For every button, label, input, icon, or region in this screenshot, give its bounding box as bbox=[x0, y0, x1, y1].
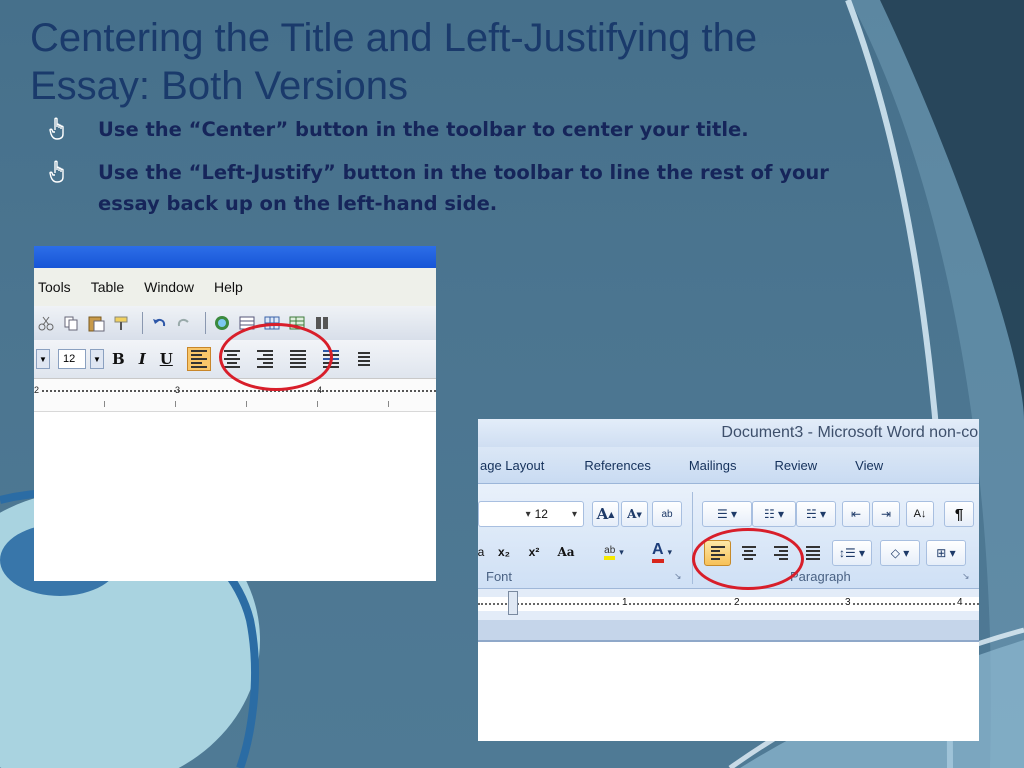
group-divider bbox=[692, 492, 693, 584]
window-title: Document3 - Microsoft Word non-con bbox=[721, 424, 979, 441]
separator bbox=[205, 312, 206, 334]
dropdown-arrow-icon: ▾ bbox=[525, 508, 531, 520]
chevron-down-icon: ▾ bbox=[571, 508, 577, 520]
font-group-label: Font bbox=[486, 569, 513, 584]
cut-icon[interactable] bbox=[36, 313, 56, 333]
ruler-number: 3 bbox=[844, 597, 852, 608]
font-color-button[interactable]: A ▾ bbox=[644, 540, 680, 564]
highlight-circle bbox=[692, 528, 804, 590]
separator bbox=[142, 312, 143, 334]
pointing-hand-icon bbox=[49, 160, 64, 183]
bold-button[interactable]: B bbox=[112, 350, 125, 368]
strikethrough-fragment[interactable]: a bbox=[478, 540, 484, 564]
change-case-button[interactable]: Aa bbox=[552, 540, 580, 564]
sort-button[interactable]: A↓ bbox=[906, 501, 934, 527]
undo-icon[interactable] bbox=[149, 313, 169, 333]
show-hide-button[interactable]: ¶ bbox=[944, 501, 974, 527]
ruler-ticks bbox=[478, 603, 979, 605]
redo-icon[interactable] bbox=[174, 313, 194, 333]
grow-font-label: A bbox=[596, 505, 609, 523]
grow-font-button[interactable]: A ▲ bbox=[592, 501, 619, 527]
bullet-text: Use the “Left-Justify” button in the too… bbox=[98, 161, 829, 215]
font-size-combo[interactable]: ▾ 12 ▾ bbox=[478, 501, 584, 527]
tab-mailings[interactable]: Mailings bbox=[689, 458, 737, 473]
dialog-launcher-icon[interactable]: ↘ bbox=[962, 571, 970, 582]
paste-icon[interactable] bbox=[86, 313, 106, 333]
bullet-text: Use the “Center” button in the toolbar t… bbox=[98, 118, 749, 141]
borders-button[interactable]: ⊞ ▾ bbox=[926, 540, 966, 566]
highlight-circle bbox=[219, 323, 333, 391]
font-color-icon: A bbox=[651, 541, 664, 563]
word-2003-screenshot: Tools Table Window Help ▼ 12 ▼ B I U 2 3… bbox=[34, 246, 436, 581]
ruler: 2 3 4 bbox=[34, 378, 436, 412]
ruler-markers bbox=[34, 401, 436, 407]
bullet-item: Use the “Center” button in the toolbar t… bbox=[40, 114, 880, 145]
ruler-number: 1 bbox=[621, 597, 629, 608]
ruler-number: 2 bbox=[34, 385, 40, 395]
pointing-hand-icon bbox=[49, 117, 64, 140]
font-size-dropdown[interactable]: ▼ bbox=[90, 349, 104, 369]
font-size-field[interactable]: 12 bbox=[58, 349, 86, 369]
tab-references[interactable]: References bbox=[584, 458, 650, 473]
decrease-indent-button[interactable]: ⇤ bbox=[842, 501, 870, 527]
hyperlink-icon[interactable] bbox=[212, 313, 232, 333]
dialog-launcher-icon[interactable]: ↘ bbox=[674, 571, 682, 582]
shrink-font-button[interactable]: A ▼ bbox=[621, 501, 648, 527]
format-painter-icon[interactable] bbox=[111, 313, 131, 333]
menu-help[interactable]: Help bbox=[214, 279, 243, 295]
numbering-button[interactable]: ☷ ▾ bbox=[752, 501, 796, 527]
superscript-button[interactable]: x² bbox=[522, 540, 546, 564]
menu-bar: Tools Table Window Help bbox=[34, 268, 436, 306]
subscript-button[interactable]: x₂ bbox=[492, 540, 516, 564]
tab-view[interactable]: View bbox=[855, 458, 883, 473]
indent-marker[interactable] bbox=[508, 591, 518, 615]
ruler-ticks bbox=[42, 390, 436, 393]
shrink-font-label: A bbox=[627, 507, 637, 521]
ruler: 1 2 3 4 bbox=[478, 588, 979, 620]
slide: Centering the Title and Left-Justifying … bbox=[0, 0, 1024, 768]
line-spacing-icon[interactable] bbox=[352, 347, 376, 371]
line-spacing-button[interactable]: ↕☰ ▾ bbox=[832, 540, 872, 566]
document-margin bbox=[478, 620, 979, 642]
ruler-number: 2 bbox=[733, 597, 741, 608]
highlighter-icon: ab bbox=[604, 545, 616, 560]
increase-indent-button[interactable]: ⇥ bbox=[872, 501, 900, 527]
italic-button[interactable]: I bbox=[139, 350, 146, 368]
menu-table[interactable]: Table bbox=[91, 279, 124, 295]
font-size-value: 12 bbox=[534, 507, 548, 521]
tab-page-layout[interactable]: age Layout bbox=[480, 458, 544, 473]
window-title-bar: Document3 - Microsoft Word non-con bbox=[478, 419, 979, 447]
clear-formatting-button[interactable]: ab bbox=[652, 501, 682, 527]
bullet-item: Use the “Left-Justify” button in the too… bbox=[40, 157, 880, 219]
slide-title: Centering the Title and Left-Justifying … bbox=[30, 16, 758, 108]
bullet-list: Use the “Center” button in the toolbar t… bbox=[40, 114, 880, 231]
ribbon-tabs: age Layout References Mailings Review Vi… bbox=[478, 447, 979, 484]
underline-button[interactable]: U bbox=[160, 350, 173, 368]
bullets-button[interactable]: ☰ ▾ bbox=[702, 501, 752, 527]
shading-button[interactable]: ◇ ▾ bbox=[880, 540, 920, 566]
multilevel-list-button[interactable]: ☵ ▾ bbox=[796, 501, 836, 527]
align-left-icon[interactable] bbox=[186, 347, 211, 371]
text-highlight-button[interactable]: ab ▾ bbox=[596, 540, 632, 564]
menu-window[interactable]: Window bbox=[144, 279, 194, 295]
copy-icon[interactable] bbox=[61, 313, 81, 333]
menu-tools[interactable]: Tools bbox=[38, 279, 71, 295]
tab-review[interactable]: Review bbox=[775, 458, 818, 473]
font-name-dropdown[interactable]: ▼ bbox=[36, 349, 50, 369]
title-bar bbox=[34, 246, 436, 268]
columns-icon[interactable] bbox=[312, 313, 332, 333]
ruler-number: 4 bbox=[956, 597, 964, 608]
